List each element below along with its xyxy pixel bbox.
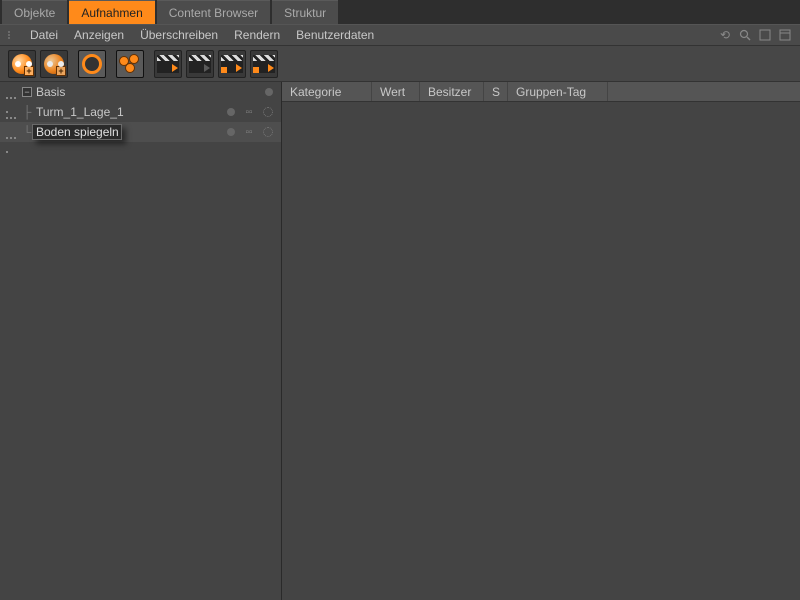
tab-aufnahmen[interactable]: Aufnahmen [69,0,154,24]
tree-label-basis: Basis [32,85,69,99]
visibility-icon[interactable] [5,108,17,116]
tool-render-all-button[interactable] [250,50,278,78]
panel-maximize-icon[interactable] [758,28,772,42]
search-icon[interactable] [738,28,752,42]
tool-auto-take-button[interactable] [78,50,106,78]
tree-rename-input[interactable] [32,124,122,140]
col-besitzer[interactable]: Besitzer [420,82,484,101]
tree-pane: − Basis ├ Turm_1_Lage_1 ▫▫ └ ▫▫ [0,82,282,600]
tree-label-turm: Turm_1_Lage_1 [32,105,128,119]
panel-grip-icon[interactable] [6,31,14,39]
menu-rendern[interactable]: Rendern [234,28,280,42]
camera-icon[interactable]: ▫▫ [243,107,255,117]
visibility-icon[interactable] [5,128,17,136]
tool-nodes-button[interactable] [116,50,144,78]
tool-render-marked-button[interactable] [218,50,246,78]
tree-row-boden[interactable]: └ ▫▫ [0,122,281,142]
tree-row-basis[interactable]: − Basis [0,82,281,102]
tree-row-turm[interactable]: ├ Turm_1_Lage_1 ▫▫ [0,102,281,122]
panel-menu-icon[interactable] [778,28,792,42]
tree-connector-icon: └ [22,125,32,139]
col-wert[interactable]: Wert [372,82,420,101]
menu-anzeigen[interactable]: Anzeigen [74,28,124,42]
toolbar: + + [0,46,800,82]
tool-add-take-button[interactable]: + [40,50,68,78]
col-kategorie[interactable]: Kategorie [282,82,372,101]
menu-ueberschreiben[interactable]: Überschreiben [140,28,218,42]
menu-bar: Datei Anzeigen Überschreiben Rendern Ben… [0,24,800,46]
tab-bar: Objekte Aufnahmen Content Browser Strukt… [0,0,800,24]
property-pane: Kategorie Wert Besitzer S Gruppen-Tag [282,82,800,600]
take-state-icon[interactable] [227,128,235,136]
panel-undock-icon[interactable]: ⟲ [718,28,732,42]
take-state-icon[interactable] [227,108,235,116]
tool-render-button[interactable] [154,50,182,78]
tab-objekte[interactable]: Objekte [2,0,67,24]
panel-right-icons: ⟲ [718,28,800,42]
tool-new-take-button[interactable]: + [8,50,36,78]
tab-content-browser[interactable]: Content Browser [157,0,270,24]
visibility-icon[interactable] [5,88,17,96]
tool-render-disabled-button[interactable] [186,50,214,78]
body-split: − Basis ├ Turm_1_Lage_1 ▫▫ └ ▫▫ [0,82,800,600]
tab-struktur[interactable]: Struktur [272,0,338,24]
menu-benutzerdaten[interactable]: Benutzerdaten [296,28,374,42]
render-settings-icon[interactable] [263,107,273,117]
col-s[interactable]: S [484,82,508,101]
col-gruppen-tag[interactable]: Gruppen-Tag [508,82,608,101]
render-settings-icon[interactable] [263,127,273,137]
camera-icon[interactable]: ▫▫ [243,127,255,137]
tree-connector-icon: ├ [22,105,32,119]
menu-datei[interactable]: Datei [30,28,58,42]
take-state-icon[interactable] [265,88,273,96]
property-header: Kategorie Wert Besitzer S Gruppen-Tag [282,82,800,102]
tree-collapse-toggle[interactable]: − [22,87,32,97]
